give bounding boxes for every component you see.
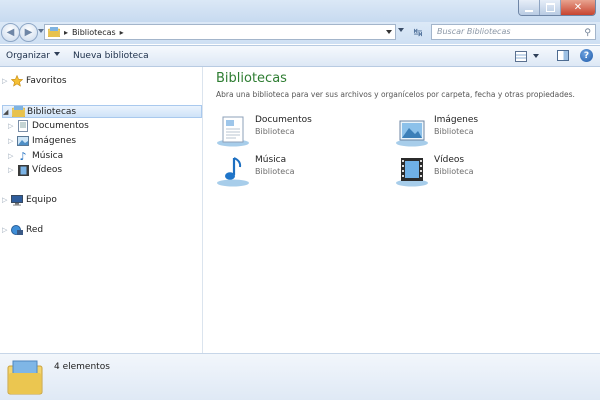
address-toolbar: ◀ ▶ ▸ Bibliotecas ▸ ↹ Buscar Bibliotecas… [0,22,600,44]
address-dropdown-icon[interactable] [386,30,392,34]
address-field[interactable]: ▸ Bibliotecas ▸ [44,24,396,40]
music-library-icon [216,155,250,187]
page-description: Abra una biblioteca para ver sus archivo… [216,90,575,99]
nav-label: Vídeos [32,165,63,175]
new-library-button[interactable]: Nueva biblioteca [73,51,149,61]
film-icon [16,164,30,176]
forward-arrow-icon: ▶ [24,27,33,38]
nav-item-documents[interactable]: ▷ Documentos [8,120,89,132]
computer-icon [10,194,24,206]
picture-icon [16,135,30,147]
nav-item-videos[interactable]: ▷ Vídeos [8,164,62,176]
library-name: Imágenes [434,115,479,125]
nav-label: Música [32,151,64,161]
expand-arrow-icon[interactable]: ▷ [8,122,16,130]
forward-button[interactable]: ▶ [19,23,38,42]
nav-item-computer[interactable]: ▷ Equipo [2,194,57,206]
expand-arrow-icon[interactable]: ▷ [8,166,16,174]
search-icon[interactable]: ⚲ [584,26,591,40]
library-name: Documentos [255,115,312,125]
breadcrumb-separator-icon: ▸ [64,27,69,37]
nav-label: Imágenes [32,136,77,146]
view-options-button[interactable] [515,50,543,62]
close-button[interactable]: ✕ [560,0,595,15]
library-item-pictures[interactable]: Imágenes Biblioteca [395,115,478,147]
library-type: Biblioteca [255,127,295,136]
maximize-icon [545,3,555,12]
nav-label: Equipo [26,195,57,205]
library-item-music[interactable]: Música Biblioteca [216,155,295,187]
nav-label: Bibliotecas [27,106,77,117]
nav-label: Favoritos [26,76,67,86]
expand-arrow-icon[interactable]: ▷ [8,137,16,145]
organize-label: Organizar [6,51,50,61]
preview-pane-button[interactable] [557,50,569,61]
page-title: Bibliotecas [216,71,287,86]
chevron-down-icon [54,52,60,56]
document-icon [16,120,30,132]
expand-arrow-icon[interactable]: ▷ [8,152,16,160]
collapse-arrow-icon[interactable]: ◢ [3,108,11,116]
address-history-button[interactable] [398,28,404,32]
pictures-library-icon [395,115,429,147]
nav-label: Documentos [32,121,89,131]
expand-arrow-icon[interactable]: ▷ [2,226,10,234]
maximize-button[interactable] [539,0,560,15]
help-icon: ? [583,50,590,61]
new-library-label: Nueva biblioteca [73,51,149,61]
documents-library-icon [216,115,250,147]
music-note-icon: ♪ [19,149,27,163]
nav-label: Red [26,225,44,235]
expand-arrow-icon[interactable]: ▷ [2,196,10,204]
library-name: Vídeos [434,155,465,165]
search-placeholder: Buscar Bibliotecas [437,27,511,36]
help-button[interactable]: ? [580,49,593,62]
minimize-icon [525,9,533,12]
content-pane: Bibliotecas Abra una biblioteca para ver… [203,67,600,353]
search-input[interactable]: Buscar Bibliotecas ⚲ [431,24,596,40]
refresh-icon: ↹ [413,26,423,39]
preview-pane-icon [557,50,569,61]
command-bar: Organizar Nueva biblioteca ? [0,45,600,67]
library-type: Biblioteca [255,167,295,176]
nav-item-libraries[interactable]: ◢ Bibliotecas [2,105,202,118]
back-arrow-icon: ◀ [6,27,15,38]
item-count: 4 elementos [54,362,110,372]
window-controls: ✕ [518,0,596,16]
library-item-videos[interactable]: Vídeos Biblioteca [395,155,474,187]
view-icon [515,50,527,62]
expand-arrow-icon[interactable]: ▷ [2,77,10,85]
star-icon [10,75,24,87]
library-type: Biblioteca [434,167,474,176]
title-bar: ✕ [0,0,600,22]
nav-item-network[interactable]: ▷ Red [2,224,43,236]
minimize-button[interactable] [519,0,539,15]
details-pane: 4 elementos [0,353,600,400]
network-icon [10,224,24,236]
nav-item-music[interactable]: ▷ ♪ Música [8,149,64,163]
libraries-folder-icon [11,106,25,118]
nav-item-favorites[interactable]: ▷ Favoritos [2,75,67,87]
library-name: Música [255,155,287,165]
close-icon: ✕ [573,2,583,13]
libraries-folder-icon [47,27,61,38]
organize-button[interactable]: Organizar [6,51,60,61]
navigation-pane: ▷ Favoritos ◢ Bibliotecas ▷ Documentos ▷… [0,67,203,353]
back-button[interactable]: ◀ [1,23,20,42]
nav-item-pictures[interactable]: ▷ Imágenes [8,135,76,147]
library-type: Biblioteca [434,127,474,136]
libraries-folder-icon [7,358,43,396]
refresh-button[interactable]: ↹ [409,25,427,40]
videos-library-icon [395,155,429,187]
library-item-documents[interactable]: Documentos Biblioteca [216,115,312,147]
breadcrumb-separator-icon[interactable]: ▸ [120,28,124,37]
chevron-down-icon [533,54,539,58]
breadcrumb-item[interactable]: Bibliotecas [72,28,116,37]
